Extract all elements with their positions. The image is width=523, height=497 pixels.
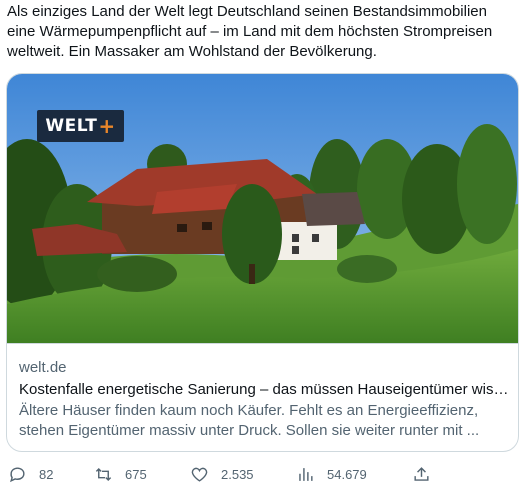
heart-icon: [191, 467, 208, 482]
card-image[interactable]: WELT +: [7, 74, 518, 343]
reply-count: 82: [39, 466, 54, 482]
welt-logo-text: WELT: [45, 116, 98, 136]
welt-logo: WELT +: [37, 110, 124, 142]
welt-logo-plus: +: [98, 114, 116, 138]
reply-icon: [10, 466, 25, 482]
share-icon: [414, 466, 429, 481]
card-meta[interactable]: welt.de Kostenfalle energetische Sanieru…: [7, 343, 518, 451]
card-title: Kostenfalle energetische Sanierung – das…: [19, 381, 509, 398]
retweet-icon: [95, 467, 112, 481]
views-button[interactable]: 54.679: [296, 462, 367, 486]
views-count: 54.679: [327, 466, 367, 482]
link-card[interactable]: WELT + welt.de Kostenfalle energetische S…: [6, 73, 519, 452]
reply-button[interactable]: 82: [8, 462, 53, 486]
like-count: 2.535: [221, 466, 254, 482]
like-button[interactable]: 2.535: [190, 462, 254, 486]
views-icon: [299, 467, 313, 481]
share-button[interactable]: [412, 462, 431, 486]
retweet-button[interactable]: 675: [94, 462, 147, 486]
card-domain: welt.de: [19, 359, 67, 376]
tweet-actions: 82 675 2.535 54.679: [0, 462, 523, 486]
retweet-count: 675: [125, 466, 147, 482]
tweet-text: Als einziges Land der Welt legt Deutschl…: [7, 3, 493, 60]
card-description: Ältere Häuser finden kaum noch Käufer. F…: [19, 402, 480, 439]
